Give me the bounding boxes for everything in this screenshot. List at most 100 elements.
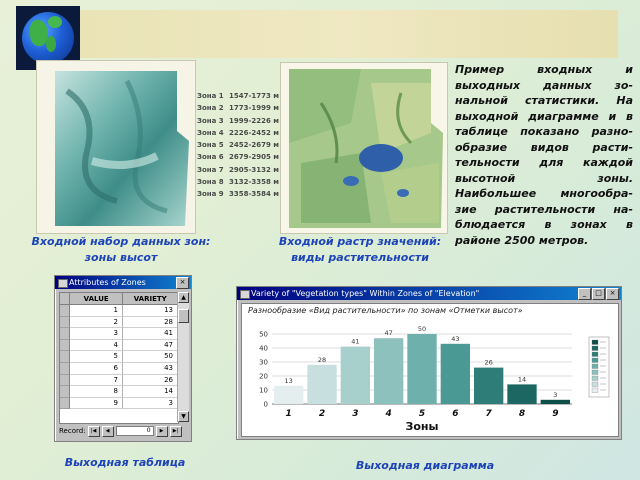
table-row[interactable]: 5 50 [60,351,178,363]
record-label: Record: [59,427,86,435]
caption-line: Входной растр значений: [278,235,442,248]
chart-window: Variety of "Vegetation types" Within Zon… [236,286,622,440]
legend-swatch [591,369,599,375]
y-tick-label: 50 [259,331,268,339]
cell-variety[interactable]: 13 [123,305,177,317]
next-record-icon[interactable]: ▶ [155,425,168,437]
cell-value[interactable]: 8 [70,386,123,398]
legend-zone: Зона 3 [197,116,224,125]
scroll-down-icon[interactable]: ▼ [178,411,189,422]
chart-window-title: Variety of "Vegetation types" Within Zon… [251,289,480,298]
cell-variety[interactable]: 43 [123,363,177,375]
chart-window-titlebar[interactable]: Variety of "Vegetation types" Within Zon… [237,287,621,300]
data-label: 43 [451,335,459,343]
row-selector[interactable] [60,374,70,387]
last-record-icon[interactable]: ▶| [169,425,182,437]
table-row[interactable]: 93 [60,397,178,410]
table-row[interactable]: 2 28 [60,316,178,329]
legend-zone: Зона 1 [197,92,224,100]
cell-value[interactable]: 5 [70,351,123,363]
row-selector-header [60,293,70,305]
data-label: 26 [485,359,493,367]
scroll-up-icon[interactable]: ▲ [178,292,189,303]
x-tick-label: 1 [286,409,292,419]
table-row[interactable]: 4 47 [60,339,178,352]
legend-item: Зона 6 2679-2905 м [197,153,281,165]
cell-value[interactable]: 3 [70,328,123,340]
cell-variety[interactable]: 50 [123,351,177,363]
cell-value[interactable]: 7 [70,374,123,387]
x-tick-label: 4 [385,409,392,419]
legend-item: Зона 7 2905-3132 м [197,166,281,178]
cell-variety[interactable]: 26 [123,375,177,387]
legend-item: Зона 5 2452-2679 м [197,141,281,153]
cell-variety[interactable]: 28 [123,317,177,329]
description-text: Пример входных и выходных данных зо-наль… [455,63,633,247]
table-row[interactable]: 7 26 [60,374,178,387]
record-navigator: Record: |◀ ◀ 0 ▶ ▶| [59,425,187,437]
row-selector[interactable] [60,386,70,398]
column-header-value[interactable]: VALUE [69,293,124,305]
row-selector[interactable] [60,328,70,340]
chart-canvas: Разнообразие «Вид растительности» по зон… [241,303,619,437]
caption-line: виды растительности [291,251,429,264]
cell-variety[interactable]: 47 [123,340,177,352]
legend-swatch [591,357,599,363]
scroll-thumb[interactable] [178,309,189,323]
cell-value[interactable]: 6 [70,362,123,375]
row-selector[interactable] [60,339,70,352]
data-label: 47 [385,329,393,337]
chart-bar [440,343,470,404]
row-selector[interactable] [60,305,70,317]
legend-range: 3132-3358 м [229,178,280,187]
table-row[interactable]: 8 14 [60,386,178,398]
row-selector[interactable] [60,351,70,363]
cell-variety[interactable]: 3 [123,398,177,410]
y-tick-label: 30 [259,359,268,367]
row-selector[interactable] [60,316,70,329]
output-chart-caption: Выходная диаграмма [355,459,495,472]
legend-swatch [591,375,599,381]
legend-swatch [591,339,599,345]
data-label: 14 [518,375,526,383]
row-selector[interactable] [60,362,70,375]
cell-value[interactable]: 2 [70,316,123,329]
chart-bar [407,334,437,404]
cell-value[interactable]: 4 [70,339,123,352]
table-window-titlebar[interactable]: Attributes of Zones × [55,276,191,289]
table-row[interactable]: 3 41 [60,328,178,340]
elevation-zones-map [36,60,196,234]
x-axis-label: Зоны [406,420,439,433]
x-tick-label: 5 [419,409,425,419]
close-icon[interactable]: × [606,288,619,300]
legend-range: 1773-1999 м [229,104,280,113]
legend-zone: Зона 2 [197,104,224,113]
cell-value[interactable]: 1 [70,305,123,317]
cell-variety[interactable]: 14 [123,386,177,398]
window-icon [240,290,250,299]
legend-item: Зона 3 1999-2226 м [197,117,281,129]
bar-chart: 0 10 20 30 40 50 13 1 28 2 41 3 47 4 50 5 43 6 26 7 14 8 3 9 Зон… [259,325,610,433]
legend-range: 2226-2452 м [229,128,280,137]
cell-variety[interactable]: 41 [123,328,177,340]
legend-item: Зона 1 1547-1773 м [197,92,281,104]
close-icon[interactable]: × [176,277,189,289]
cell-value[interactable]: 9 [70,397,123,410]
table-row[interactable]: 1 13 [60,305,178,317]
record-number-field[interactable]: 0 [115,426,154,436]
legend-item: Зона 4 2226-2452 м [197,129,281,141]
x-tick-label: 3 [352,409,358,419]
row-selector[interactable] [60,397,70,410]
column-header-variety[interactable]: VARIETY [123,293,178,305]
prev-record-icon[interactable]: ◀ [101,425,114,437]
table-row[interactable]: 6 43 [60,362,178,375]
legend-swatch [591,351,599,357]
maximize-icon[interactable]: □ [592,288,605,300]
chart-bar [507,384,537,404]
legend-item: Зона 8 3132-3358 м [197,178,281,190]
chart-bar [374,338,404,404]
vertical-scrollbar[interactable]: ▲ ▼ [177,292,189,422]
minimize-icon[interactable]: _ [578,288,591,300]
x-tick-label: 8 [519,409,525,419]
first-record-icon[interactable]: |◀ [87,425,100,437]
